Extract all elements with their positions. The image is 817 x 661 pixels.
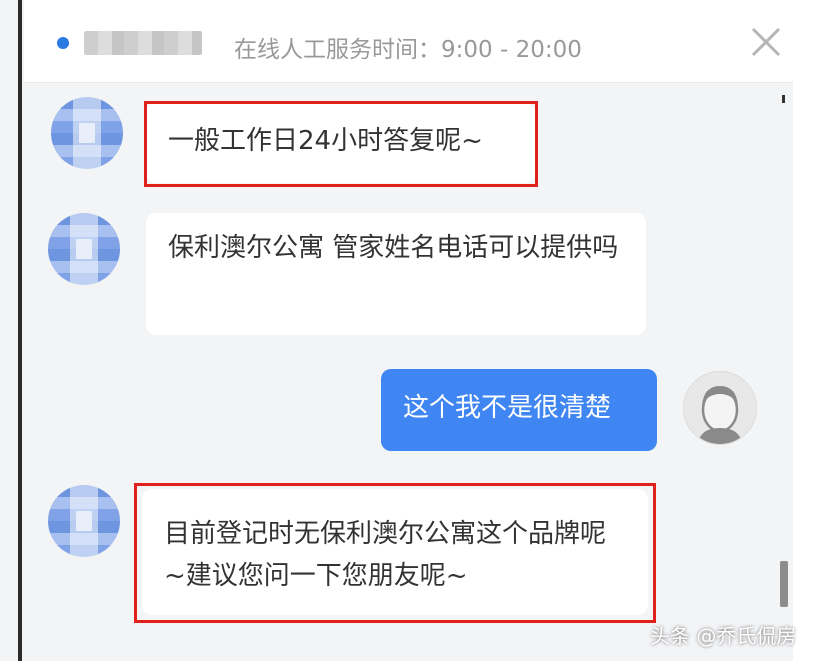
agent-avatar	[51, 97, 123, 169]
message-text: 保利澳尔公寓 管家姓名电话可以提供吗	[168, 233, 619, 263]
user-message-bubble: 这个我不是很清楚	[381, 369, 657, 451]
user-avatar-icon	[698, 386, 742, 444]
message-bubble: 一般工作日24小时答复呢~	[146, 103, 535, 183]
close-icon[interactable]	[748, 24, 784, 60]
screenshot-frame: 在线人工服务时间：9:00 - 20:00 一般工作日24小时答复呢~ 保利澳尔…	[0, 0, 817, 661]
service-hours-text: 在线人工服务时间：9:00 - 20:00	[234, 37, 582, 63]
message-bubble: 目前登记时无保利澳尔公寓这个品牌呢~建议您问一下您朋友呢~	[142, 489, 648, 615]
watermark: 头条 @乔氏侃房	[650, 624, 797, 648]
right-edge-panel	[793, 0, 817, 661]
left-border	[18, 0, 22, 661]
scrollbar-thumb[interactable]	[780, 561, 788, 607]
agent-avatar	[48, 485, 120, 557]
user-avatar	[683, 371, 757, 445]
agent-name-blurred	[84, 31, 202, 55]
online-status-dot	[57, 37, 69, 49]
agent-avatar	[48, 213, 120, 285]
message-bubble: 保利澳尔公寓 管家姓名电话可以提供吗	[146, 213, 646, 335]
message-text: 目前登记时无保利澳尔公寓这个品牌呢~建议您问一下您朋友呢~	[164, 519, 607, 591]
chat-window: 在线人工服务时间：9:00 - 20:00 一般工作日24小时答复呢~ 保利澳尔…	[24, 0, 793, 661]
message-text: 这个我不是很清楚	[403, 393, 612, 423]
message-list[interactable]: 一般工作日24小时答复呢~ 保利澳尔公寓 管家姓名电话可以提供吗 这个我不是很清…	[24, 83, 793, 661]
chat-header: 在线人工服务时间：9:00 - 20:00	[24, 0, 793, 83]
message-text: 一般工作日24小时答复呢~	[168, 126, 483, 156]
scrollbar-top-arrow[interactable]	[782, 95, 785, 103]
